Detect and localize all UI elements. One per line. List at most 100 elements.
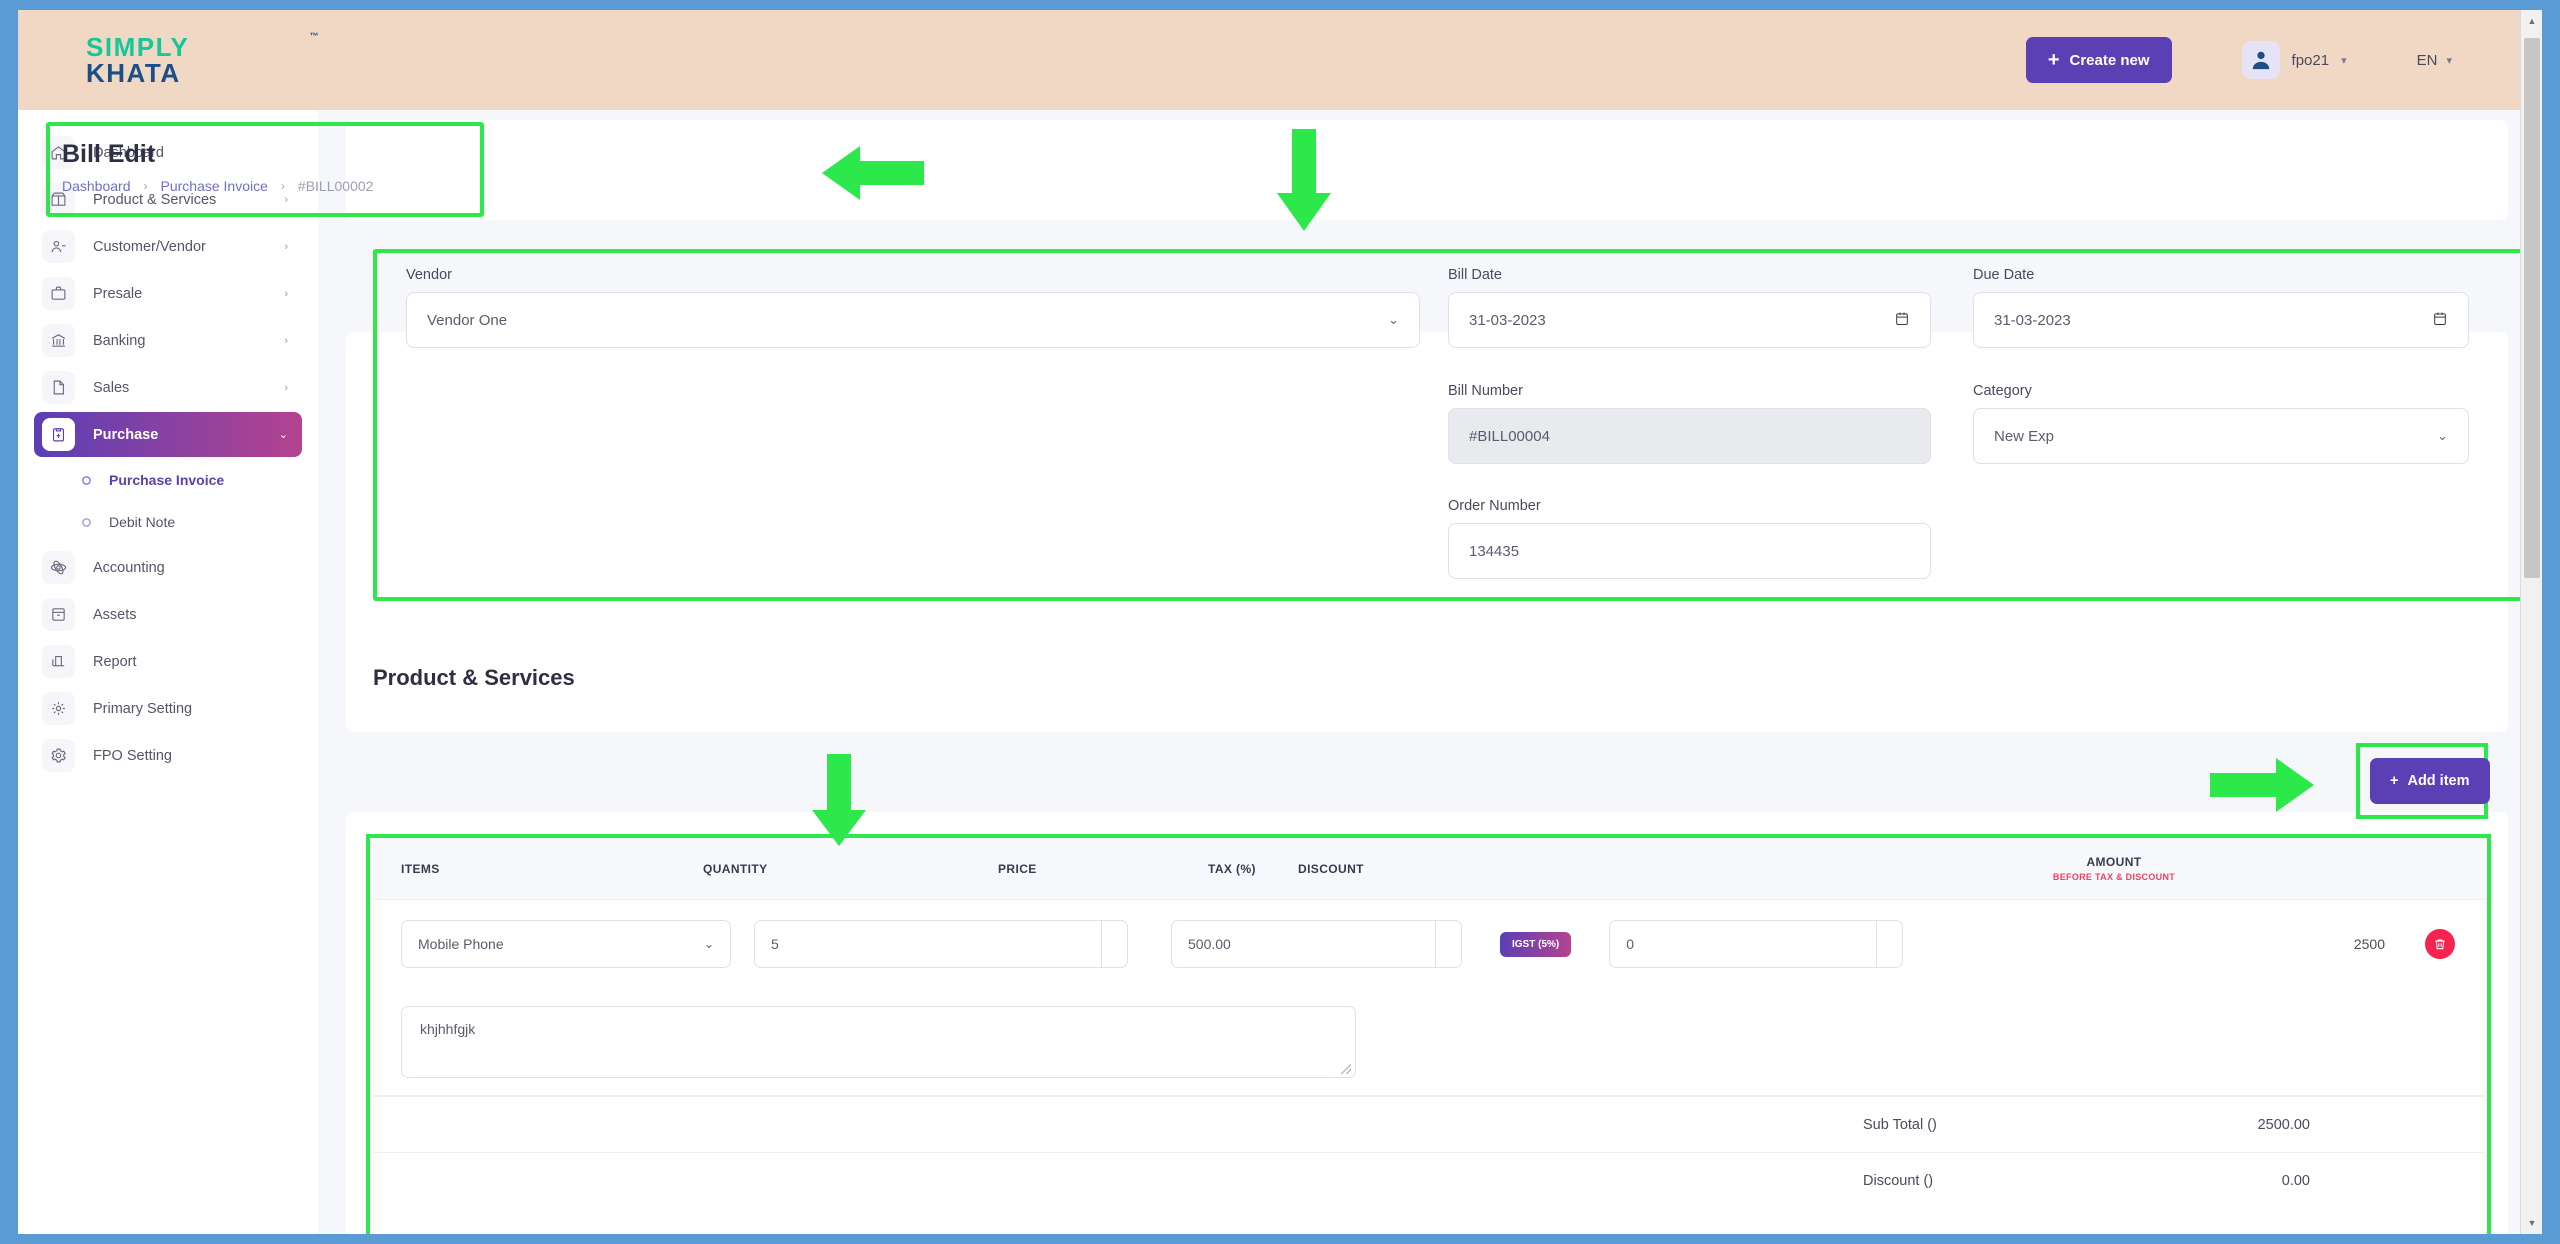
- sidebar-label: Purchase: [93, 426, 159, 443]
- add-item-label: Add item: [2407, 773, 2470, 789]
- discount-total-row: Discount () 0.00: [373, 1152, 2485, 1208]
- annotation-arrow-down-form: [1277, 129, 1331, 231]
- breadcrumb: Dashboard › Purchase Invoice › #BILL0000…: [62, 178, 373, 194]
- language-selector[interactable]: EN ▾: [2417, 52, 2452, 69]
- annotation-arrow-left: [822, 146, 924, 200]
- create-new-label: Create new: [2069, 51, 2150, 69]
- vendor-value: Vendor One: [427, 311, 508, 329]
- due-date-value: 31-03-2023: [1994, 311, 2071, 329]
- chevron-down-icon: ⌄: [1388, 312, 1399, 327]
- scrollbar-thumb[interactable]: [2524, 38, 2540, 578]
- create-new-button[interactable]: + Create new: [2025, 37, 2172, 83]
- bill-number-value: #BILL00004: [1469, 427, 1550, 445]
- breadcrumb-purchase-invoice[interactable]: Purchase Invoice: [161, 178, 268, 194]
- briefcase-icon: [42, 277, 75, 310]
- order-number-input[interactable]: 134435: [1448, 523, 1931, 579]
- vendor-label: Vendor: [406, 267, 452, 283]
- chevron-down-icon: ⌄: [2437, 428, 2448, 443]
- item-value: Mobile Phone: [418, 936, 504, 952]
- sidebar-item-purchase-invoice[interactable]: Purchase Invoice: [34, 459, 302, 501]
- quantity-spinner[interactable]: [1102, 920, 1128, 968]
- price-input[interactable]: 500.00: [1171, 920, 1436, 968]
- page-title: Bill Edit: [62, 140, 156, 168]
- sidebar-item-accounting[interactable]: Accounting: [34, 545, 302, 590]
- due-date-input[interactable]: 31-03-2023: [1973, 292, 2469, 348]
- subtotal-row: Sub Total () 2500.00: [373, 1096, 2485, 1152]
- sidebar-item-purchase[interactable]: Purchase ⌄: [34, 412, 302, 457]
- bill-number-label: Bill Number: [1448, 383, 1523, 399]
- sidebar-item-primary-setting[interactable]: Primary Setting: [34, 686, 302, 731]
- discount-input[interactable]: 0: [1609, 920, 1878, 968]
- quantity-input[interactable]: 5: [754, 920, 1102, 968]
- price-stepper[interactable]: 500.00: [1171, 920, 1462, 968]
- products-services-heading: Product & Services: [373, 665, 575, 690]
- logo-line-1: SIMPLY ™: [86, 31, 320, 62]
- sidebar-item-customer-vendor[interactable]: Customer/Vendor ›: [34, 224, 302, 269]
- column-header-items: ITEMS: [401, 861, 440, 876]
- breadcrumb-dashboard[interactable]: Dashboard: [62, 178, 131, 194]
- discount-stepper[interactable]: 0: [1609, 920, 1904, 968]
- breadcrumb-separator: ›: [280, 179, 285, 193]
- calendar-icon[interactable]: [1894, 310, 1910, 331]
- quantity-stepper[interactable]: 5: [754, 920, 1128, 968]
- chart-icon: [42, 645, 75, 678]
- order-number-label: Order Number: [1448, 498, 1541, 514]
- add-item-button[interactable]: + Add item: [2370, 758, 2490, 804]
- chevron-right-icon: ›: [284, 240, 288, 253]
- column-header-tax: TAX (%): [1208, 861, 1256, 876]
- user-name-label: fpo21: [2291, 51, 2330, 69]
- calendar-icon[interactable]: [2432, 310, 2448, 331]
- file-icon: [42, 371, 75, 404]
- sidebar-item-banking[interactable]: Banking ›: [34, 318, 302, 363]
- column-header-price: PRICE: [998, 861, 1037, 876]
- category-value: New Exp: [1994, 427, 2055, 445]
- item-select[interactable]: Mobile Phone ⌄: [401, 920, 731, 968]
- tax-badge[interactable]: IGST (5%): [1500, 931, 1572, 957]
- sidebar-label: FPO Setting: [93, 747, 172, 764]
- scroll-down-arrow-icon[interactable]: ▼: [2521, 1212, 2542, 1234]
- chevron-down-icon: ⌄: [703, 937, 714, 951]
- logo-line-2: KHATA: [86, 58, 181, 88]
- category-label: Category: [1973, 383, 2032, 399]
- sidebar-item-debit-note[interactable]: Debit Note: [34, 501, 302, 543]
- sidebar-label: Customer/Vendor: [93, 238, 206, 255]
- price-spinner[interactable]: [1436, 920, 1462, 968]
- page-title-card: [346, 120, 2508, 220]
- gear-icon: [42, 739, 75, 772]
- plus-icon: +: [2390, 773, 2399, 789]
- user-menu[interactable]: fpo21 ▾: [2241, 41, 2347, 79]
- top-header-bar: SIMPLY ™ KHATA + Create new fpo21 ▾ EN ▾: [18, 10, 2542, 110]
- column-header-amount: AMOUNT BEFORE TAX & DISCOUNT: [1743, 855, 2485, 882]
- clipboard-icon: [42, 418, 75, 451]
- category-select[interactable]: New Exp ⌄: [1973, 408, 2469, 464]
- vertical-scrollbar[interactable]: ▲ ▼: [2520, 10, 2542, 1234]
- discount-spinner[interactable]: [1877, 920, 1904, 968]
- sidebar-label: Assets: [93, 606, 137, 623]
- chevron-right-icon: ›: [284, 381, 288, 394]
- sidebar-item-assets[interactable]: Assets: [34, 592, 302, 637]
- breadcrumb-current: #BILL00002: [297, 178, 374, 194]
- due-date-field-group: Due Date 31-03-2023: [1973, 267, 2469, 348]
- sidebar-item-fpo-setting[interactable]: FPO Setting: [34, 733, 302, 778]
- vendor-field-group: Vendor Vendor One ⌄: [406, 267, 1420, 348]
- subtotal-label: Sub Total (): [1863, 1116, 1937, 1133]
- app-logo[interactable]: SIMPLY ™ KHATA: [18, 31, 320, 88]
- table-row: Mobile Phone ⌄ 5 500.00 IGST (5%) 0 2500: [373, 900, 2485, 988]
- scroll-up-arrow-icon[interactable]: ▲: [2521, 10, 2542, 32]
- sidebar-sub-label: Purchase Invoice: [109, 472, 225, 488]
- quantity-value: 5: [771, 936, 779, 952]
- circle-icon: [80, 516, 93, 529]
- bill-date-input[interactable]: 31-03-2023: [1448, 292, 1931, 348]
- description-row: khjhhfgjk: [373, 988, 2485, 1096]
- sidebar-item-report[interactable]: Report: [34, 639, 302, 684]
- delete-row-button[interactable]: [2425, 929, 2455, 959]
- avatar: [2241, 41, 2280, 79]
- circle-icon: [80, 474, 93, 487]
- description-textarea[interactable]: khjhhfgjk: [401, 1005, 1356, 1078]
- bank-icon: [42, 324, 75, 357]
- sidebar-item-sales[interactable]: Sales ›: [34, 365, 302, 410]
- sidebar-item-presale[interactable]: Presale ›: [34, 271, 302, 316]
- amount-cell: 2500: [2354, 929, 2485, 959]
- vendor-select[interactable]: Vendor One ⌄: [406, 292, 1420, 348]
- annotation-arrow-right: [2210, 758, 2314, 812]
